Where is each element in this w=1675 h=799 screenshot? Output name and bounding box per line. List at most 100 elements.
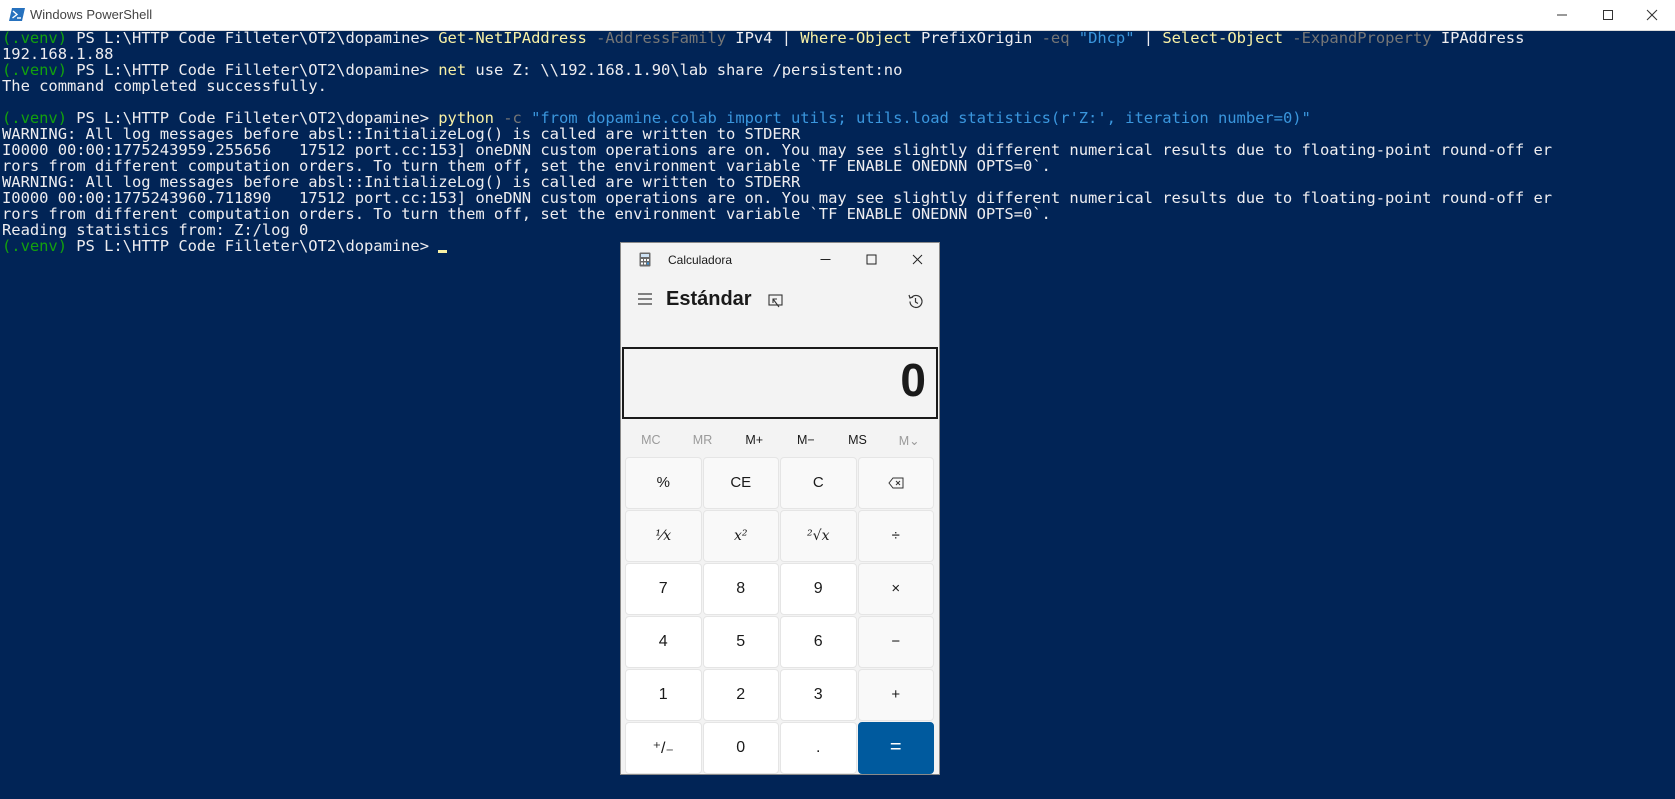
console-line: I0000 00:00:1775243959.255656 17512 port… [2,142,1672,158]
key-label: C [812,474,824,492]
key-label: 9 [813,579,823,597]
digit-3-button[interactable]: 3 [780,669,857,721]
divide-button[interactable]: ÷ [857,510,934,562]
console-text: "from dopamine.colab import utils; utils… [531,110,1311,126]
maximize-icon [866,254,876,264]
close-button[interactable] [1629,0,1675,30]
multiply-button[interactable]: × [857,563,934,615]
clear-entry-button[interactable]: CE [702,457,779,509]
memory-button-mplus[interactable]: M+ [728,423,780,457]
memory-button-mr[interactable]: MR [677,423,729,457]
backspace-button[interactable] [857,457,934,509]
console-line: (.venv) PS L:\HTTP_Code_Filleter\OT2\dop… [2,110,1672,126]
memory-button-mminus[interactable]: M− [780,423,832,457]
text-cursor [438,250,448,253]
maximize-button[interactable] [1585,0,1631,30]
calculator-title: Calculadora [668,253,733,267]
key-label: . [816,738,821,756]
console-text: rors from different computation orders. … [2,158,1051,174]
history-button[interactable] [901,287,929,315]
keep-on-top-icon [767,293,783,307]
equals-button[interactable]: = [857,722,934,774]
digit-1-button[interactable]: 1 [625,669,702,721]
digit-9-button[interactable]: 9 [780,563,857,615]
calculator-display: 0 [622,347,938,419]
subtract-button[interactable]: − [857,616,934,668]
console-text: Get-NetIPAddress [438,30,587,46]
key-label: 0 [736,738,746,756]
digit-2-button[interactable]: 2 [702,669,779,721]
key-label: ¹⁄x [655,527,672,544]
key-label: 3 [813,685,823,703]
key-label: 1 [658,685,668,703]
calculator-mode-title: Estándar [666,288,752,310]
add-button[interactable]: + [857,669,934,721]
backspace-icon [888,477,904,489]
console-text: Reading statistics from: Z:/log_0 [2,222,309,238]
clear-button[interactable]: C [780,457,857,509]
key-label: + [891,686,901,704]
display-value: 0 [900,354,926,406]
console-line: The command completed successfully. [2,78,1672,94]
maximize-icon [1603,10,1613,20]
minimize-button[interactable] [1539,0,1585,30]
calc-close-button[interactable] [894,243,940,275]
console-line: rors from different computation orders. … [2,206,1672,222]
calc-minimize-button[interactable] [802,243,848,275]
digit-0-button[interactable]: 0 [702,722,779,774]
minimize-icon [820,258,830,260]
console-text: Where-Object [800,30,912,46]
console-text: (.venv) [2,30,77,46]
console-text: WARNING: All log messages before absl::I… [2,174,801,190]
powershell-titlebar[interactable]: Windows PowerShell [0,0,1675,31]
reciprocal-button[interactable]: ¹⁄x [625,510,702,562]
percent-button[interactable]: % [625,457,702,509]
history-icon [907,294,923,308]
console-line: Reading statistics from: Z:/log_0 [2,222,1672,238]
window-title: Windows PowerShell [30,7,153,22]
console-text: PS L:\HTTP_Code_Filleter\OT2\dopamine> [76,238,439,254]
minimize-icon [1557,14,1567,16]
digit-5-button[interactable]: 5 [702,616,779,668]
calculator-titlebar[interactable]: Calculadora [621,243,939,275]
calculator-window: Calculadora Estándar 0 MC MR M+ M− MS M⌄… [620,242,940,775]
navigation-menu-button[interactable] [631,285,659,313]
key-label: 7 [658,579,668,597]
console-text: -AddressFamily [586,30,727,46]
square-root-button[interactable]: ²√x [780,510,857,562]
calc-maximize-button[interactable] [848,243,894,275]
key-label: 5 [736,632,746,650]
console-text: -c [493,110,522,126]
negate-button[interactable]: ⁺/₋ [625,722,702,774]
key-label: 6 [813,632,823,650]
keypad: % CE C ¹⁄x x² ²√x ÷ 7 8 9 × 4 5 6 − 1 2 3 + ⁺/₋ 0. = [625,457,935,774]
console-line: 192.168.1.88 [2,46,1672,62]
keep-on-top-button[interactable] [761,287,789,315]
console-line: WARNING: All log messages before absl::I… [2,126,1672,142]
console-line: (.venv) PS L:\HTTP_Code_Filleter\OT2\dop… [2,30,1672,46]
console-line: I0000 00:00:1775243960.711890 17512 port… [2,190,1672,206]
digit-6-button[interactable]: 6 [780,616,857,668]
memory-button-ms[interactable]: MS [832,423,884,457]
decimal-button[interactable]: . [780,722,857,774]
powershell-icon [9,8,25,21]
digit-4-button[interactable]: 4 [625,616,702,668]
console-text: -eq [1041,30,1070,46]
key-label: ²√x [807,527,830,544]
console-text: use Z: \\192.168.1.90\lab_share /persist… [466,62,903,78]
digit-7-button[interactable]: 7 [625,563,702,615]
console-text: net [438,62,467,78]
square-button[interactable]: x² [702,510,779,562]
console-text: I0000 00:00:1775243960.711890 17512 port… [2,190,1553,206]
memory-button-mc[interactable]: MC [625,423,677,457]
console-line: rors from different computation orders. … [2,158,1672,174]
memory-button-mlist[interactable]: M⌄ [883,423,935,457]
digit-8-button[interactable]: 8 [702,563,779,615]
console-text: I0000 00:00:1775243959.255656 17512 port… [2,142,1553,158]
key-label: ÷ [891,527,900,545]
key-label: % [656,474,670,492]
key-label: 4 [658,632,668,650]
